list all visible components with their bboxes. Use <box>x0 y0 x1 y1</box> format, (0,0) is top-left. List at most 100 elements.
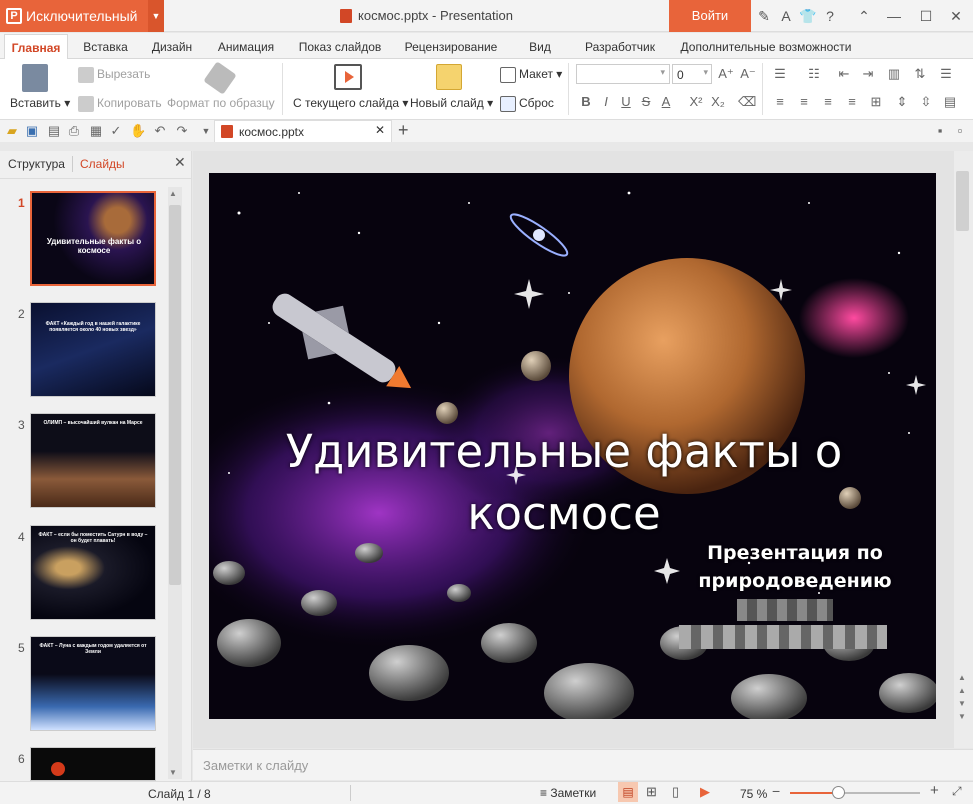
format-painter-button[interactable]: Формат по образцу <box>167 96 275 110</box>
save-icon[interactable]: ▣ <box>24 122 40 140</box>
feedback-icon[interactable]: ✎ <box>754 6 774 26</box>
panel-scrollbar[interactable]: ▲ ▼ <box>168 187 182 779</box>
notes-toggle-button[interactable]: ≡ Заметки <box>540 786 596 800</box>
text-direction-icon[interactable]: ⇅ <box>912 65 928 83</box>
zoom-level[interactable]: 75 % <box>740 787 767 801</box>
skin-icon[interactable]: 👕 <box>798 6 818 26</box>
cut-button[interactable]: Вырезать <box>78 67 150 83</box>
slide-thumbnail-4[interactable]: ФАКТ – если бы поместить Сатурн в воду –… <box>30 525 156 620</box>
print-preview-icon[interactable]: ▦ <box>88 122 104 140</box>
decrease-indent-icon[interactable]: ⇤ <box>836 65 852 83</box>
open-icon[interactable]: ▰ <box>4 122 20 140</box>
app-menu-button[interactable]: P Исключительный ▼ <box>0 0 164 32</box>
bullet-list-icon[interactable]: ☰ <box>772 65 788 83</box>
window-mode-icon[interactable]: ▫ <box>952 122 968 140</box>
distribute-icon[interactable]: ⊞ <box>868 93 884 111</box>
slide-sorter-icon[interactable]: ⊞ <box>646 784 657 800</box>
tab-animation[interactable]: Анимация <box>214 34 278 60</box>
copy-button[interactable]: Копировать <box>78 96 162 112</box>
align-left-icon[interactable]: ≡ <box>772 93 788 111</box>
italic-icon[interactable]: I <box>598 93 614 111</box>
tab-view[interactable]: Вид <box>524 34 556 60</box>
underline-icon[interactable]: U <box>618 93 634 111</box>
align-right-icon[interactable]: ≡ <box>820 93 836 111</box>
zoom-slider-handle[interactable] <box>832 786 845 799</box>
new-tab-icon[interactable]: + <box>398 120 409 141</box>
justify-icon[interactable]: ≡ <box>844 93 860 111</box>
reading-view-icon[interactable]: ▯ <box>672 784 679 800</box>
close-icon[interactable]: ✕ <box>946 6 966 26</box>
canvas-scrollbar[interactable]: ▲ ▲ ▼ ▼ <box>954 151 973 748</box>
tab-home[interactable]: Главная <box>4 34 68 60</box>
layout-button[interactable]: Макет ▾ <box>500 67 562 83</box>
slide-subtitle[interactable]: Презентация по природоведению <box>675 539 915 595</box>
slide-thumbnail-3[interactable]: ОЛИМП – высочайший вулкан на Марсе <box>30 413 156 508</box>
fit-window-icon[interactable]: ⤢ <box>952 784 962 799</box>
zoom-out-icon[interactable]: − <box>772 783 780 799</box>
slideshow-icon[interactable]: ▶ <box>700 784 710 800</box>
notes-placeholder[interactable]: Заметки к слайду <box>203 758 308 773</box>
superscript-icon[interactable]: X² <box>688 93 704 111</box>
columns-icon[interactable]: ▥ <box>886 65 902 83</box>
zoom-slider[interactable] <box>790 786 920 799</box>
normal-view-icon[interactable]: ▤ <box>618 782 638 802</box>
export-icon[interactable]: ▤ <box>46 122 62 140</box>
close-tab-icon[interactable]: ✕ <box>375 123 385 137</box>
slide-thumbnail-1[interactable]: Удивительные факты о космосе <box>30 191 156 286</box>
align-center-icon[interactable]: ≡ <box>796 93 812 111</box>
line-spacing-icon[interactable]: ☰ <box>938 65 954 83</box>
font-color-icon[interactable]: A <box>658 93 674 111</box>
document-tab[interactable]: космос.pptx ✕ <box>214 120 392 142</box>
minimize-icon[interactable]: — <box>884 6 904 26</box>
qat-dropdown-icon[interactable]: ▼ <box>198 122 214 140</box>
scrollbar-thumb[interactable] <box>169 205 181 585</box>
reset-button[interactable]: Сброс <box>500 96 554 112</box>
paragraph-spacing-icon[interactable]: ⇳ <box>918 93 934 111</box>
chevron-down-icon[interactable]: ▼ <box>148 0 164 32</box>
decrease-font-icon[interactable]: A⁻ <box>740 65 756 83</box>
slide-thumbnail-6[interactable] <box>30 747 156 781</box>
page-nav-icons[interactable]: ▲ ▲ ▼ ▼ <box>958 671 966 723</box>
new-slide-button[interactable]: Новый слайд ▾ <box>410 96 493 110</box>
text-box-icon[interactable]: ▤ <box>942 93 958 111</box>
redo-icon[interactable]: ↷ <box>174 122 190 140</box>
tab-developer[interactable]: Разработчик <box>580 34 660 60</box>
close-panel-icon[interactable]: ✕ <box>174 154 186 171</box>
undo-icon[interactable]: ↶ <box>152 122 168 140</box>
hand-icon[interactable]: ✋ <box>130 122 146 140</box>
font-size-select[interactable]: 0 ▾ <box>672 64 712 84</box>
strikethrough-icon[interactable]: S <box>638 93 654 111</box>
tab-extra-features[interactable]: Дополнительные возможности <box>676 34 856 60</box>
tab-design[interactable]: Дизайн <box>146 34 198 60</box>
font-icon[interactable]: A <box>776 6 796 26</box>
collapse-ribbon-icon[interactable]: ⌃ <box>854 6 874 26</box>
paste-icon[interactable] <box>22 64 48 92</box>
numbered-list-icon[interactable]: ☷ <box>806 65 822 83</box>
slide-thumbnail-2[interactable]: ФАКТ «Каждый год в нашей галактике появл… <box>30 302 156 397</box>
subscript-icon[interactable]: X₂ <box>710 93 726 111</box>
play-from-current-icon[interactable] <box>334 64 362 90</box>
new-slide-icon[interactable] <box>436 64 462 90</box>
tab-slides[interactable]: Слайды <box>80 157 125 171</box>
tab-review[interactable]: Рецензирование <box>400 34 502 60</box>
font-family-select[interactable]: ▾ <box>576 64 670 84</box>
zoom-in-icon[interactable]: + <box>930 782 939 799</box>
increase-indent-icon[interactable]: ⇥ <box>860 65 876 83</box>
bold-icon[interactable]: B <box>578 93 594 111</box>
maximize-icon[interactable]: ☐ <box>916 6 936 26</box>
slide-thumbnail-5[interactable]: ФАКТ – Луна с каждым годом удаляется от … <box>30 636 156 731</box>
increase-font-icon[interactable]: A⁺ <box>718 65 734 83</box>
scrollbar-thumb[interactable] <box>956 171 969 231</box>
clear-format-icon[interactable]: ⌫ <box>738 93 756 111</box>
tab-insert[interactable]: Вставка <box>78 34 133 60</box>
tab-slideshow[interactable]: Показ слайдов <box>296 34 384 60</box>
notes-area[interactable]: Заметки к слайду <box>193 749 973 780</box>
slide-title[interactable]: Удивительные факты о космосе <box>269 421 859 545</box>
tab-list-icon[interactable]: ▪ <box>932 122 948 140</box>
from-current-slide-button[interactable]: С текущего слайда ▾ <box>293 96 408 110</box>
main-slide[interactable]: Удивительные факты о космосе Презентация… <box>209 173 936 719</box>
vertical-align-icon[interactable]: ⇕ <box>894 93 910 111</box>
help-icon[interactable]: ? <box>820 6 840 26</box>
print-icon[interactable]: ⎙ <box>66 122 82 140</box>
paste-button[interactable]: Вставить ▾ <box>10 96 70 110</box>
